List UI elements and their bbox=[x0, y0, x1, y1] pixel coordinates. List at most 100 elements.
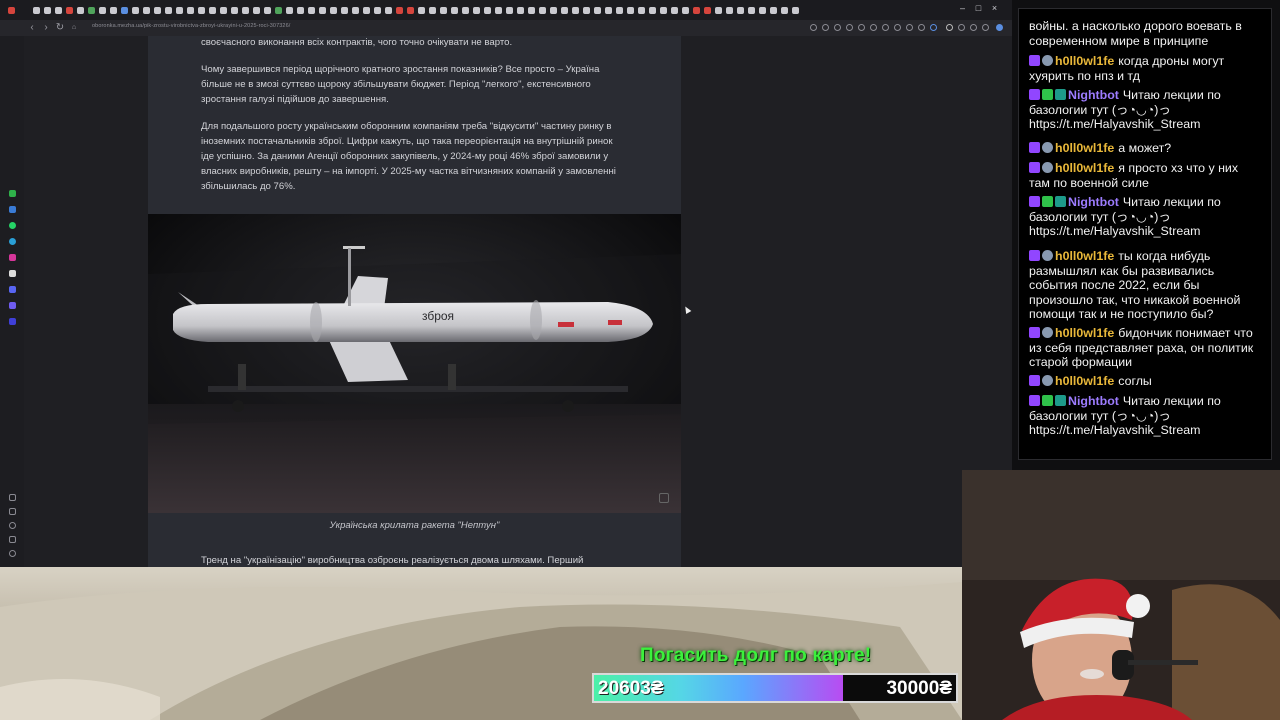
forward-icon[interactable]: › bbox=[40, 22, 52, 34]
whatsapp-icon[interactable] bbox=[9, 222, 16, 229]
tab[interactable] bbox=[726, 6, 733, 14]
tab[interactable] bbox=[649, 6, 656, 14]
tab[interactable] bbox=[594, 6, 601, 14]
tab[interactable] bbox=[385, 6, 392, 14]
maximize-icon[interactable]: □ bbox=[974, 4, 983, 13]
minimize-icon[interactable]: – bbox=[958, 4, 967, 13]
browser-menu-icon[interactable] bbox=[8, 6, 15, 14]
extension-icon[interactable] bbox=[882, 24, 889, 31]
tab[interactable] bbox=[198, 6, 205, 14]
extension-icon[interactable] bbox=[810, 24, 817, 31]
downloads-icon[interactable] bbox=[958, 24, 965, 31]
tab[interactable] bbox=[319, 6, 326, 14]
extension-icon[interactable] bbox=[906, 24, 913, 31]
tab[interactable] bbox=[154, 6, 161, 14]
extension-icon[interactable] bbox=[846, 24, 853, 31]
tab[interactable] bbox=[792, 6, 799, 14]
extension-icon[interactable] bbox=[996, 24, 1003, 31]
tab[interactable] bbox=[264, 6, 271, 14]
heart-icon[interactable] bbox=[9, 494, 16, 501]
tab[interactable] bbox=[242, 6, 249, 14]
history-icon[interactable] bbox=[9, 508, 16, 515]
tab[interactable] bbox=[33, 6, 40, 14]
tab[interactable] bbox=[506, 6, 513, 14]
url-field[interactable]: oboronka.mezha.ua/pik-zrostu-virobnictva… bbox=[92, 23, 290, 29]
reload-icon[interactable]: ↻ bbox=[54, 22, 66, 34]
tab[interactable] bbox=[110, 6, 117, 14]
tab[interactable] bbox=[396, 6, 403, 14]
tab[interactable] bbox=[209, 6, 216, 14]
tab[interactable] bbox=[737, 6, 744, 14]
tab[interactable] bbox=[275, 6, 282, 14]
tab[interactable] bbox=[374, 6, 381, 14]
tab[interactable] bbox=[286, 6, 293, 14]
tab[interactable] bbox=[495, 6, 502, 14]
tab[interactable] bbox=[440, 6, 447, 14]
tab[interactable] bbox=[330, 6, 337, 14]
tab[interactable] bbox=[363, 6, 370, 14]
tab[interactable] bbox=[715, 6, 722, 14]
sidebar-app-icon[interactable] bbox=[9, 302, 16, 309]
extension-icon[interactable] bbox=[858, 24, 865, 31]
tab[interactable] bbox=[341, 6, 348, 14]
tab[interactable] bbox=[473, 6, 480, 14]
sidebar-app-icon[interactable] bbox=[9, 190, 16, 197]
tab[interactable] bbox=[616, 6, 623, 14]
profile-icon[interactable] bbox=[946, 24, 953, 31]
back-icon[interactable]: ‹ bbox=[26, 22, 38, 34]
tab[interactable] bbox=[638, 6, 645, 14]
tab[interactable] bbox=[77, 6, 84, 14]
tab[interactable] bbox=[748, 6, 755, 14]
extension-icon[interactable] bbox=[982, 24, 989, 31]
instagram-icon[interactable] bbox=[9, 254, 16, 261]
extension-icon[interactable] bbox=[894, 24, 901, 31]
tab[interactable] bbox=[583, 6, 590, 14]
tab[interactable] bbox=[418, 6, 425, 14]
tab[interactable] bbox=[187, 6, 194, 14]
tab[interactable] bbox=[220, 6, 227, 14]
tab[interactable] bbox=[66, 6, 73, 14]
tab[interactable] bbox=[44, 6, 51, 14]
tab[interactable] bbox=[297, 6, 304, 14]
tab[interactable] bbox=[627, 6, 634, 14]
tab[interactable] bbox=[671, 6, 678, 14]
close-icon[interactable]: × bbox=[990, 4, 999, 13]
telegram-icon[interactable] bbox=[9, 238, 16, 245]
home-icon[interactable]: ⌂ bbox=[68, 22, 80, 34]
extension-icon[interactable] bbox=[930, 24, 937, 31]
tab[interactable] bbox=[550, 6, 557, 14]
tab[interactable] bbox=[132, 6, 139, 14]
tab[interactable] bbox=[176, 6, 183, 14]
tab[interactable] bbox=[462, 6, 469, 14]
tab[interactable] bbox=[352, 6, 359, 14]
tab[interactable] bbox=[55, 6, 62, 14]
extension-icon[interactable] bbox=[834, 24, 841, 31]
image-expand-icon[interactable] bbox=[659, 493, 669, 503]
tab[interactable] bbox=[99, 6, 106, 14]
tab[interactable] bbox=[451, 6, 458, 14]
tab[interactable] bbox=[704, 6, 711, 14]
tab[interactable] bbox=[528, 6, 535, 14]
tab[interactable] bbox=[517, 6, 524, 14]
tab[interactable] bbox=[660, 6, 667, 14]
settings-icon[interactable] bbox=[9, 550, 16, 557]
tab[interactable] bbox=[88, 6, 95, 14]
tab[interactable] bbox=[308, 6, 315, 14]
extension-icon[interactable] bbox=[970, 24, 977, 31]
tab[interactable] bbox=[429, 6, 436, 14]
tab[interactable] bbox=[231, 6, 238, 14]
tab[interactable] bbox=[759, 6, 766, 14]
tab[interactable] bbox=[561, 6, 568, 14]
tab[interactable] bbox=[693, 6, 700, 14]
x-icon[interactable] bbox=[9, 270, 16, 277]
tab[interactable] bbox=[539, 6, 546, 14]
tab[interactable] bbox=[484, 6, 491, 14]
extension-icon[interactable] bbox=[822, 24, 829, 31]
extension-icon[interactable] bbox=[870, 24, 877, 31]
tab[interactable] bbox=[253, 6, 260, 14]
tab[interactable] bbox=[572, 6, 579, 14]
sidebar-app-icon[interactable] bbox=[9, 318, 16, 325]
tab[interactable] bbox=[682, 6, 689, 14]
clock-icon[interactable] bbox=[9, 522, 16, 529]
tab[interactable] bbox=[407, 6, 414, 14]
